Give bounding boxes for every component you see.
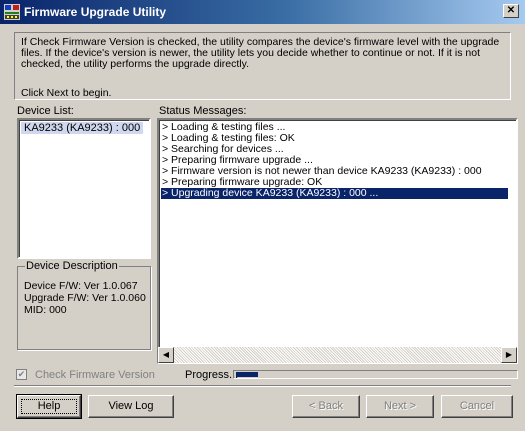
device-list[interactable]: KA9233 (KA9233) : 000 [17, 118, 151, 259]
info-text: If Check Firmware Version is checked, th… [21, 36, 500, 70]
progress-label: Progress... [185, 369, 239, 381]
title-bar[interactable]: Firmware Upgrade Utility ✕ [0, 0, 525, 24]
back-button[interactable]: < Back [292, 395, 360, 418]
help-button[interactable]: Help [16, 394, 82, 419]
device-list-label: Device List: [17, 105, 74, 117]
device-description-title: Device Description [25, 260, 119, 272]
device-fw-version: Device F/W: Ver 1.0.067 [24, 280, 138, 292]
next-button[interactable]: Next > [366, 395, 434, 418]
firmware-utility-icon [4, 4, 20, 20]
cancel-button[interactable]: Cancel [441, 395, 513, 418]
scroll-right-button[interactable]: ▶ [501, 347, 517, 363]
close-button[interactable]: ✕ [503, 4, 519, 18]
next-button-label: Next > [383, 400, 417, 412]
arrow-left-icon: ◀ [162, 350, 170, 359]
checkmark-icon: ✔ [17, 369, 26, 379]
close-icon: ✕ [506, 5, 516, 16]
button-separator [14, 385, 511, 387]
progress-bar [233, 370, 518, 379]
device-list-item[interactable]: KA9233 (KA9233) : 000 [21, 122, 144, 134]
upgrade-fw-version: Upgrade F/W: Ver 1.0.060 [24, 292, 146, 304]
status-messages-list[interactable]: > Loading & testing files ... > Loading … [157, 118, 518, 364]
info-hint: Click Next to begin. [21, 87, 112, 99]
progress-bar-fill [236, 372, 258, 377]
focus-rectangle [21, 399, 77, 414]
arrow-right-icon: ▶ [505, 350, 513, 359]
cancel-button-label: Cancel [459, 400, 495, 412]
device-description-group: Device Description Device F/W: Ver 1.0.0… [17, 260, 151, 350]
scroll-track[interactable] [174, 347, 501, 363]
status-messages-label: Status Messages: [159, 105, 247, 117]
back-button-label: < Back [309, 400, 343, 412]
status-horizontal-scrollbar[interactable]: ◀ ▶ [158, 347, 517, 363]
view-log-button[interactable]: View Log [88, 395, 174, 418]
status-message-selected[interactable]: > Upgrading device KA9233 (KA9233) : 000… [161, 188, 508, 199]
view-log-button-label: View Log [108, 400, 154, 412]
mid-value: MID: 000 [24, 304, 67, 316]
scroll-left-button[interactable]: ◀ [158, 347, 174, 363]
window-title: Firmware Upgrade Utility [24, 5, 167, 19]
check-firmware-version-label: Check Firmware Version [35, 369, 155, 381]
info-panel: If Check Firmware Version is checked, th… [14, 32, 511, 100]
check-firmware-version-checkbox[interactable]: ✔ [16, 369, 27, 380]
